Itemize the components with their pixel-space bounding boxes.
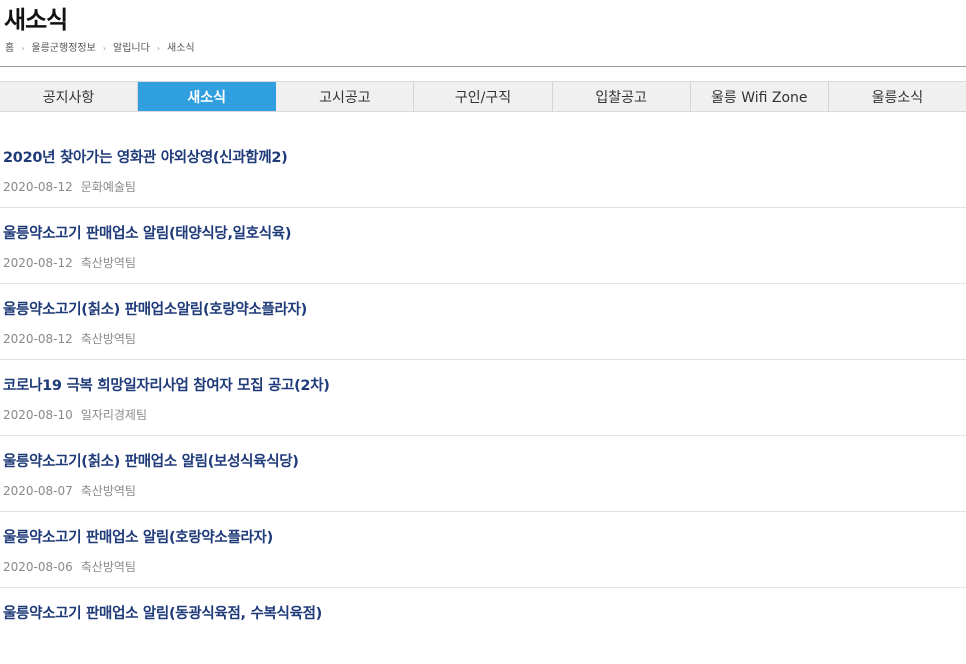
breadcrumb-separator: › bbox=[21, 44, 25, 53]
news-title-link[interactable]: 울릉약소고기 판매업소 알림(동광식육점, 수복식육점) bbox=[3, 602, 322, 623]
list-item: 울릉약소고기 판매업소 알림(태양식당,일호식육) 2020-08-12 축산방역… bbox=[0, 208, 966, 284]
breadcrumb: 홈 › 울릉군행정정보 › 알립니다 › 새소식 bbox=[5, 42, 195, 56]
news-department: 일자리경제팀 bbox=[80, 408, 147, 422]
news-meta: 2020-08-10 일자리경제팀 bbox=[3, 406, 147, 423]
news-title-link[interactable]: 코로나19 극복 희망일자리사업 참여자 모집 공고(2차) bbox=[3, 374, 330, 395]
news-meta: 2020-08-12 축산방역팀 bbox=[3, 330, 136, 347]
news-date: 2020-08-12 bbox=[3, 180, 73, 194]
news-title-link[interactable]: 울릉약소고기(칡소) 판매업소알림(호랑약소플라자) bbox=[3, 298, 307, 319]
list-item: 2020년 찾아가는 영화관 야외상영(신과함께2) 2020-08-12 문화예… bbox=[0, 132, 966, 208]
news-meta: 2020-08-07 축산방역팀 bbox=[3, 482, 136, 499]
news-date: 2020-08-07 bbox=[3, 484, 73, 498]
news-department: 축산방역팀 bbox=[80, 256, 136, 270]
breadcrumb-home-link[interactable]: 홈 bbox=[5, 42, 14, 56]
news-date: 2020-08-06 bbox=[3, 560, 73, 574]
news-title-link[interactable]: 2020년 찾아가는 영화관 야외상영(신과함께2) bbox=[3, 146, 288, 167]
news-title-link[interactable]: 울릉약소고기 판매업소 알림(호랑약소플라자) bbox=[3, 526, 273, 547]
list-item: 울릉약소고기 판매업소 알림(동광식육점, 수복식육점) bbox=[0, 588, 966, 664]
tab-wifi-zone[interactable]: 울릉 Wifi Zone bbox=[691, 82, 829, 111]
category-tabs: 공지사항 새소식 고시공고 구인/구직 입찰공고 울릉 Wifi Zone 울릉… bbox=[0, 81, 966, 112]
breadcrumb-current[interactable]: 새소식 bbox=[167, 42, 195, 56]
tab-public-notices[interactable]: 고시공고 bbox=[276, 82, 415, 111]
list-item: 울릉약소고기(칡소) 판매업소알림(호랑약소플라자) 2020-08-12 축산방… bbox=[0, 284, 966, 360]
news-department: 축산방역팀 bbox=[80, 332, 136, 346]
news-meta: 2020-08-12 문화예술팀 bbox=[3, 178, 136, 195]
news-meta: 2020-08-12 축산방역팀 bbox=[3, 254, 136, 271]
news-department: 축산방역팀 bbox=[80, 560, 136, 574]
news-title-link[interactable]: 울릉약소고기 판매업소 알림(태양식당,일호식육) bbox=[3, 222, 291, 243]
news-date: 2020-08-10 bbox=[3, 408, 73, 422]
tab-bids[interactable]: 입찰공고 bbox=[553, 82, 691, 111]
news-list: 2020년 찾아가는 영화관 야외상영(신과함께2) 2020-08-12 문화예… bbox=[0, 132, 966, 664]
title-divider bbox=[0, 66, 966, 67]
tab-local-news[interactable]: 울릉소식 bbox=[829, 82, 966, 111]
list-item: 울릉약소고기(칡소) 판매업소 알림(보성식육식당) 2020-08-07 축산방… bbox=[0, 436, 966, 512]
news-department: 문화예술팀 bbox=[80, 180, 136, 194]
tab-notices[interactable]: 공지사항 bbox=[0, 82, 139, 111]
page-title: 새소식 bbox=[4, 6, 68, 34]
tab-jobs[interactable]: 구인/구직 bbox=[414, 82, 553, 111]
news-title-link[interactable]: 울릉약소고기(칡소) 판매업소 알림(보성식육식당) bbox=[3, 450, 299, 471]
breadcrumb-notices-link[interactable]: 알립니다 bbox=[113, 42, 150, 56]
breadcrumb-admin-info-link[interactable]: 울릉군행정정보 bbox=[31, 42, 95, 56]
list-item: 코로나19 극복 희망일자리사업 참여자 모집 공고(2차) 2020-08-1… bbox=[0, 360, 966, 436]
breadcrumb-separator: › bbox=[102, 44, 107, 53]
tab-news[interactable]: 새소식 bbox=[138, 82, 277, 111]
news-date: 2020-08-12 bbox=[3, 256, 73, 270]
list-item: 울릉약소고기 판매업소 알림(호랑약소플라자) 2020-08-06 축산방역팀 bbox=[0, 512, 966, 588]
news-meta: 2020-08-06 축산방역팀 bbox=[3, 558, 136, 575]
news-department: 축산방역팀 bbox=[80, 484, 136, 498]
news-meta bbox=[3, 634, 11, 648]
breadcrumb-separator: › bbox=[156, 44, 161, 53]
news-date: 2020-08-12 bbox=[3, 332, 73, 346]
